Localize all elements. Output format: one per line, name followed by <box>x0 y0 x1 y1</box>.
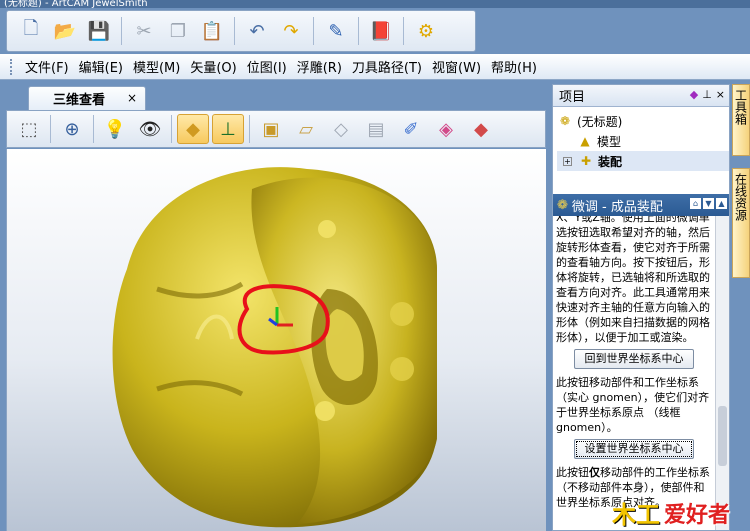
menu-model[interactable]: 模型(M) <box>128 57 185 76</box>
help-book-icon[interactable]: 📕 <box>367 16 395 46</box>
save-icon[interactable]: 💾 <box>85 16 113 46</box>
copy-icon[interactable]: ❐ <box>164 16 192 46</box>
new-file-icon[interactable]: 🗋 <box>17 16 45 46</box>
side-tab-toolbox-label: 工具箱 <box>733 89 748 125</box>
project-panel: 项目 ◆ ⊥ × ❁ (无标题) ▲ 模型 + ✚ 装配 ❁ 微调 - 成品装配… <box>552 84 730 531</box>
light-bulb-icon[interactable]: 💡 <box>99 114 131 144</box>
menu-edit[interactable]: 编辑(E) <box>74 57 128 76</box>
side-tab-online-resources-label: 在线资源 <box>733 173 748 221</box>
project-tree: ❁ (无标题) ▲ 模型 + ✚ 装配 <box>553 107 729 193</box>
expand-icon[interactable]: + <box>563 156 572 166</box>
tweak-panel-scrollbar[interactable] <box>715 216 729 530</box>
tree-item-project[interactable]: ❁ (无标题) <box>557 111 729 131</box>
return-world-origin-button[interactable]: 回到世界坐标系中心 <box>574 349 694 369</box>
project-icon: ❁ <box>559 114 571 128</box>
model-bump-right2 <box>390 357 414 381</box>
brush-icon[interactable]: ✐ <box>395 114 427 144</box>
3d-viewport[interactable] <box>6 149 546 531</box>
tab-3d-view-label: 三维查看 <box>53 93 106 108</box>
tweak-description-1: X、Y或Z轴。使用上面的微调单选按钮选取希望对齐的轴，然后旋转形体查看，使它对齐… <box>556 216 710 344</box>
toolbar-separator <box>121 17 122 45</box>
watermark-part2: 爱好者 <box>664 501 731 528</box>
toolbar-separator <box>234 17 235 45</box>
desc3-bold: 仅 <box>589 466 600 479</box>
project-panel-header: 项目 ◆ ⊥ × <box>553 85 729 107</box>
slab-icon[interactable]: ▱ <box>290 114 322 144</box>
open-folder-icon[interactable]: 📂 <box>51 16 79 46</box>
menu-file[interactable]: 文件(F) <box>20 57 74 76</box>
panel-options-icon[interactable]: ◆ <box>690 88 698 101</box>
axes-icon[interactable]: ⊥ <box>212 114 244 144</box>
menu-bar: 文件(F) 编辑(E) 模型(M) 矢量(O) 位图(I) 浮雕(R) 刀具路径… <box>0 54 750 80</box>
toolbar-separator <box>358 17 359 45</box>
whats-this-icon[interactable]: ⚙ <box>412 16 440 46</box>
document-tab-strip: 三维查看 × <box>6 84 546 110</box>
red-layer-icon[interactable]: ◆ <box>465 114 497 144</box>
tree-item-assembly-label: 装配 <box>598 154 623 169</box>
model-bump-top <box>318 220 336 238</box>
menu-toolpaths[interactable]: 刀具路径(T) <box>347 57 427 76</box>
tweak-panel-body: X、Y或Z轴。使用上面的微调单选按钮选取希望对齐的轴，然后旋转形体查看，使它对齐… <box>553 216 715 530</box>
eye-icon[interactable]: 👁 <box>134 114 166 144</box>
project-panel-title: 项目 <box>559 90 586 105</box>
redo-icon[interactable]: ↷ <box>277 16 305 46</box>
toolbar-separator <box>249 115 250 143</box>
side-tab-toolbox[interactable]: 工具箱 <box>732 84 750 156</box>
toolbar-separator <box>93 115 94 143</box>
cut-icon[interactable]: ✂ <box>130 16 158 46</box>
layer-icon[interactable]: ◇ <box>325 114 357 144</box>
menu-vector[interactable]: 矢量(O) <box>185 57 241 76</box>
desc3-prefix: 此按钮 <box>556 466 589 479</box>
tree-item-assembly[interactable]: + ✚ 装配 <box>557 151 729 171</box>
chevron-up-icon[interactable]: ▲ <box>716 198 727 209</box>
tree-item-project-label: (无标题) <box>577 114 623 129</box>
model-render <box>112 167 437 528</box>
model-bump-right <box>390 302 414 326</box>
assembly-icon: ✚ <box>580 154 592 168</box>
tweak-panel-header: ❁ 微调 - 成品装配 ⌂ ▼ ▲ <box>553 194 729 216</box>
menu-bitmap[interactable]: 位图(I) <box>242 57 292 76</box>
box-icon[interactable]: ▣ <box>255 114 287 144</box>
model-bump-bottom <box>315 401 335 421</box>
toolbar-separator <box>403 17 404 45</box>
main-toolbar: 🗋 📂 💾 ✂ ❐ 📋 ↶ ↷ ✎ 📕 ⚙ <box>6 10 476 52</box>
watermark-part1: 木工 <box>612 500 660 529</box>
menu-window[interactable]: 视窗(W) <box>427 57 486 76</box>
side-tab-online-resources[interactable]: 在线资源 <box>732 168 750 278</box>
pin-icon[interactable]: ⊥ <box>702 88 712 101</box>
tweak-description-2: 此按钮移动部件和工作坐标系（实心 gnomen），使它们对齐于世界坐标系原点 （… <box>556 376 710 434</box>
set-world-origin-button[interactable]: 设置世界坐标系中心 <box>574 439 694 459</box>
undo-icon[interactable]: ↶ <box>243 16 271 46</box>
tweak-panel-icon: ❁ <box>557 197 568 213</box>
wireframe-cube-icon[interactable]: ⬚ <box>13 114 45 144</box>
notes-icon[interactable]: ✎ <box>322 16 350 46</box>
paste-icon[interactable]: 📋 <box>198 16 226 46</box>
stack-icon[interactable]: ▤ <box>360 114 392 144</box>
menu-help[interactable]: 帮助(H) <box>486 57 542 76</box>
toolbar-separator <box>171 115 172 143</box>
tree-item-model[interactable]: ▲ 模型 <box>557 131 729 151</box>
window-title-bar: (无标题) - ArtCAM JewelSmith <box>0 0 750 8</box>
chevron-down-icon[interactable]: ▼ <box>703 198 714 209</box>
menu-grip[interactable] <box>10 58 14 75</box>
tweak-panel-title: 微调 - 成品装配 <box>571 199 663 215</box>
scrollbar-thumb[interactable] <box>718 406 727 466</box>
toolbar-separator <box>313 17 314 45</box>
shaded-plane-icon[interactable]: ◆ <box>177 114 209 144</box>
close-icon[interactable]: × <box>127 91 137 105</box>
watermark-logo: 木工 爱好者 <box>612 494 750 531</box>
zoom-icon[interactable]: ⊕ <box>56 114 88 144</box>
close-icon[interactable]: × <box>716 88 725 101</box>
window-title: (无标题) - ArtCAM JewelSmith <box>4 0 148 8</box>
color-plane-icon[interactable]: ◈ <box>430 114 462 144</box>
model-icon: ▲ <box>580 134 590 148</box>
tab-3d-view[interactable]: 三维查看 × <box>28 86 146 110</box>
menu-relief[interactable]: 浮雕(R) <box>292 57 347 76</box>
home-icon[interactable]: ⌂ <box>690 198 701 209</box>
view-toolbar: ⬚ ⊕ 💡 👁 ◆ ⊥ ▣ ▱ ◇ ▤ ✐ ◈ ◆ <box>6 110 546 148</box>
tree-item-model-label: 模型 <box>597 134 622 149</box>
toolbar-separator <box>50 115 51 143</box>
